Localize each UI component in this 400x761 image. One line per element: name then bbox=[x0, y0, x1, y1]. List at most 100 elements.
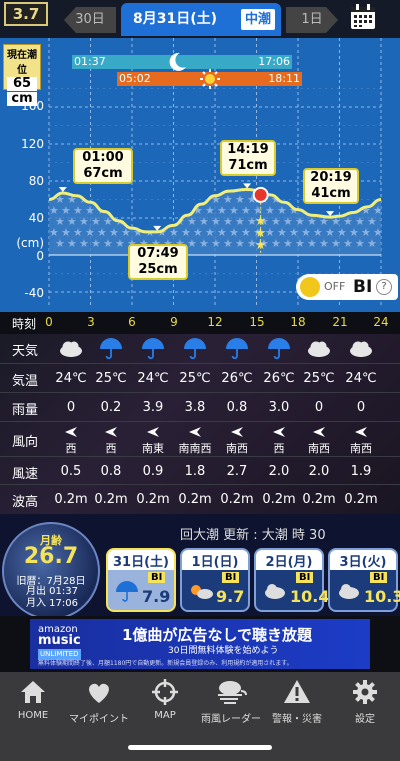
tide-type-badge: 中潮 bbox=[240, 9, 275, 30]
home-indicator[interactable] bbox=[128, 745, 272, 750]
top-bar: 3.7 30日 8月31日(土) 中潮 1日 bbox=[0, 0, 400, 38]
current-level-box: 現在潮位 65 cm bbox=[3, 44, 41, 106]
update-ticker: 回大潮 更新 : 大潮 時 30 bbox=[180, 528, 326, 543]
star-mark: ★ bbox=[355, 237, 365, 250]
help-button[interactable]: ? bbox=[376, 279, 392, 295]
high-tide-label: 01:00 67cm bbox=[73, 148, 133, 184]
calendar-icon[interactable] bbox=[350, 4, 376, 30]
star-mark: ★ bbox=[79, 237, 89, 250]
forecast-card[interactable]: 2日(月) BI 10.4 bbox=[254, 548, 329, 612]
tide-level: 25cm bbox=[138, 262, 178, 277]
tab-label: 雨風レーダー bbox=[201, 714, 261, 725]
hour-tick: 9 bbox=[170, 315, 178, 329]
current-star: ★ bbox=[255, 238, 267, 253]
home-icon bbox=[21, 681, 45, 703]
hour-axis: 時刻 0 3 6 9 12 15 18 21 24 bbox=[0, 312, 400, 334]
tab-home[interactable]: HOME bbox=[0, 678, 66, 721]
tab-label: MAP bbox=[154, 710, 176, 721]
hour-tick: 24 bbox=[373, 315, 389, 329]
forecast-card[interactable]: 1日(日) BI 9.7 bbox=[180, 548, 250, 612]
star-mark: ★ bbox=[307, 237, 317, 250]
wave-cell: 0.2m bbox=[262, 492, 296, 507]
prev-day-button[interactable]: 30日 bbox=[64, 7, 116, 33]
forecast-card[interactable]: 3日(火) BI 10.3 bbox=[328, 548, 400, 612]
wind-dir-cell: 西 bbox=[65, 442, 77, 455]
lunar-date: 旧暦：7月28日 bbox=[16, 576, 86, 587]
hour-tick: 15 bbox=[249, 315, 265, 329]
ad-fine-print: 無料体験期間終了後、月額1180円で自動更新。新規会員登録のみ、利用規約が適用さ… bbox=[38, 660, 293, 667]
y-tick-label: 160 bbox=[21, 99, 44, 113]
sun-cloud-icon bbox=[191, 585, 213, 599]
star-mark: ★ bbox=[211, 237, 221, 250]
temp-cell: 25℃ bbox=[179, 371, 211, 386]
card-score: 10.4 bbox=[290, 587, 330, 606]
wind-dir-cell: 南西 bbox=[226, 442, 248, 455]
ad-banner[interactable]: amazon music UNLIMITED 1億曲が広告なしで聴き放題 30日… bbox=[0, 616, 400, 672]
star-mark: ★ bbox=[91, 237, 101, 250]
date-label: 8月31日(土) bbox=[133, 11, 218, 27]
cloud-icon bbox=[265, 584, 285, 599]
star-mark: ★ bbox=[67, 237, 77, 250]
row-label: 風速 bbox=[12, 467, 39, 482]
wind-dir-cell: 南西 bbox=[308, 442, 330, 455]
moon-set-time: 17:06 bbox=[258, 55, 290, 68]
star-mark: ★ bbox=[343, 237, 353, 250]
temp-cell: 24℃ bbox=[345, 371, 377, 386]
wind-speed-cell: 0.8 bbox=[100, 464, 122, 479]
umbrella-icon bbox=[131, 338, 175, 364]
tab-settings[interactable]: 設定 bbox=[332, 678, 398, 725]
bi-badge: BI bbox=[222, 572, 240, 583]
bi-badge: BI bbox=[148, 572, 166, 583]
moon-times: 月出 01:37 月入 17:06 bbox=[26, 586, 78, 610]
temp-cell: 26℃ bbox=[221, 371, 253, 386]
hour-tick: 18 bbox=[290, 315, 306, 329]
low-tide-label: 07:49 25cm bbox=[128, 244, 188, 280]
ad-subtitle: 30日間無料体験を始めよう bbox=[168, 646, 279, 656]
moon-age-panel[interactable]: 月齢 26.7 旧暦：7月28日 月出 01:37 月入 17:06 bbox=[2, 522, 100, 620]
temp-cell: 24℃ bbox=[137, 371, 169, 386]
umbrella-icon bbox=[116, 581, 138, 602]
cloud-icon bbox=[49, 338, 93, 362]
tide-level: 41cm bbox=[311, 186, 351, 201]
storm-icon bbox=[218, 681, 247, 704]
ad-content[interactable]: amazon music UNLIMITED 1億曲が広告なしで聴き放題 30日… bbox=[30, 619, 370, 669]
hour-tick: 21 bbox=[332, 315, 348, 329]
wind-speed-cell: 1.8 bbox=[184, 464, 206, 479]
wave-cell: 0.2m bbox=[344, 492, 378, 507]
next-day-button[interactable]: 1日 bbox=[286, 7, 338, 33]
tab-mypoint[interactable]: マイポイント bbox=[66, 678, 132, 725]
row-label: 気温 bbox=[12, 374, 39, 389]
toggle-knob[interactable] bbox=[300, 277, 320, 297]
card-day: 2日(月) bbox=[265, 555, 313, 570]
bi-badge: BI bbox=[370, 572, 388, 583]
low-tide-label: 20:19 41cm bbox=[303, 168, 359, 204]
wave-cell: 0.2m bbox=[54, 492, 88, 507]
y-tick-label: 0 bbox=[36, 249, 44, 263]
current-level-value: 65 bbox=[7, 77, 37, 91]
rain-cell: 0 bbox=[66, 400, 76, 415]
moon-bar: 01:37 17:06 bbox=[72, 52, 292, 71]
moon-rise-time: 01:37 bbox=[74, 55, 106, 68]
wind-speed-cell: 0.9 bbox=[142, 464, 164, 479]
cloud-icon bbox=[339, 584, 359, 599]
hour-axis-label: 時刻 bbox=[12, 317, 37, 331]
tab-map[interactable]: MAP bbox=[132, 678, 198, 721]
forecast-card[interactable]: 31日(土) BI 7.9 bbox=[106, 548, 176, 612]
bi-toggle[interactable]: OFF BI ? bbox=[296, 274, 398, 300]
card-score: 9.7 bbox=[216, 587, 245, 606]
wind-speed-cell: 2.0 bbox=[308, 464, 330, 479]
tab-radar[interactable]: 雨風レーダー bbox=[198, 678, 264, 725]
umbrella-icon bbox=[173, 338, 217, 364]
tab-label: 設定 bbox=[355, 714, 375, 725]
tab-alerts[interactable]: 警報・災害 bbox=[264, 678, 330, 725]
tide-level: 71cm bbox=[228, 158, 268, 173]
card-day: 31日(土) bbox=[113, 555, 169, 570]
card-score: 7.9 bbox=[142, 587, 171, 606]
tide-level: 67cm bbox=[83, 166, 123, 181]
brand-line: music bbox=[38, 633, 81, 648]
card-day: 1日(日) bbox=[191, 555, 239, 570]
tide-time: 14:19 bbox=[227, 142, 269, 157]
star-mark: ★ bbox=[235, 237, 245, 250]
star-mark: ★ bbox=[283, 237, 293, 250]
row-label: 波高 bbox=[12, 495, 39, 510]
